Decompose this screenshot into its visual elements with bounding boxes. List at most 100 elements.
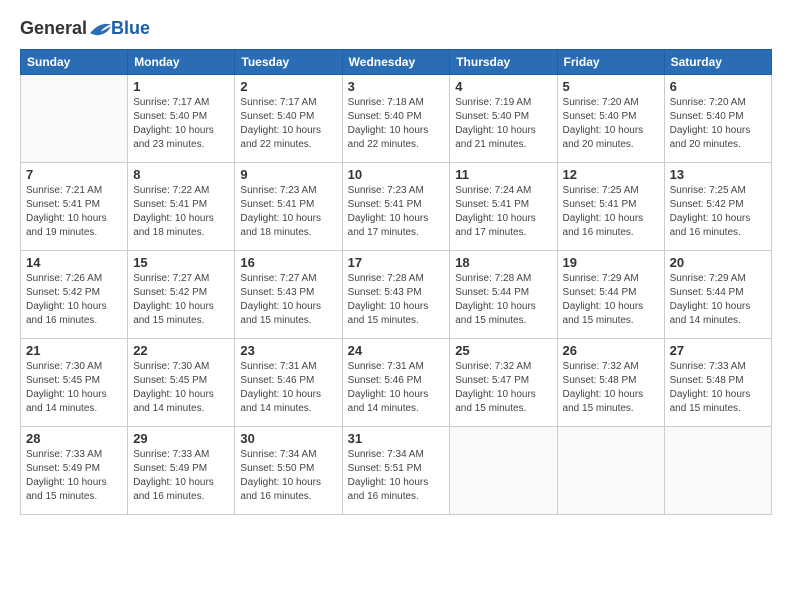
calendar: SundayMondayTuesdayWednesdayThursdayFrid… xyxy=(20,49,772,515)
day-info: Sunrise: 7:28 AMSunset: 5:43 PMDaylight:… xyxy=(348,272,445,328)
day-info: Sunrise: 7:33 AMSunset: 5:48 PMDaylight:… xyxy=(670,360,766,416)
day-info: Sunrise: 7:25 AMSunset: 5:41 PMDaylight:… xyxy=(563,184,659,240)
weekday-thursday: Thursday xyxy=(450,50,557,75)
day-cell: 13Sunrise: 7:25 AMSunset: 5:42 PMDayligh… xyxy=(664,163,771,251)
day-number: 7 xyxy=(26,167,122,182)
day-number: 6 xyxy=(670,79,766,94)
day-info: Sunrise: 7:30 AMSunset: 5:45 PMDaylight:… xyxy=(133,360,229,416)
day-cell: 22 Sunrise: 7:30 AMSunset: 5:45 PMDayligh… xyxy=(128,339,235,427)
day-cell: 24Sunrise: 7:31 AMSunset: 5:46 PMDayligh… xyxy=(342,339,450,427)
day-number: 12 xyxy=(563,167,659,182)
day-number: 19 xyxy=(563,255,659,270)
day-number: 17 xyxy=(348,255,445,270)
day-cell: 21 Sunrise: 7:30 AMSunset: 5:45 PMDayligh… xyxy=(21,339,128,427)
day-cell: 27Sunrise: 7:33 AMSunset: 5:48 PMDayligh… xyxy=(664,339,771,427)
day-cell: 14 Sunrise: 7:26 AMSunset: 5:42 PMDayligh… xyxy=(21,251,128,339)
day-cell: 23 Sunrise: 7:31 AMSunset: 5:46 PMDayligh… xyxy=(235,339,342,427)
day-info: Sunrise: 7:33 AMSunset: 5:49 PMDaylight:… xyxy=(26,448,122,504)
weekday-header-row: SundayMondayTuesdayWednesdayThursdayFrid… xyxy=(21,50,772,75)
day-info: Sunrise: 7:29 AMSunset: 5:44 PMDaylight:… xyxy=(670,272,766,328)
day-info: Sunrise: 7:31 AMSunset: 5:46 PMDaylight:… xyxy=(348,360,445,416)
logo-bird-icon xyxy=(89,20,111,38)
logo-text: General Blue xyxy=(20,18,150,39)
day-cell: 30 Sunrise: 7:34 AMSunset: 5:50 PMDayligh… xyxy=(235,427,342,515)
day-info: Sunrise: 7:25 AMSunset: 5:42 PMDaylight:… xyxy=(670,184,766,240)
day-number: 30 xyxy=(240,431,336,446)
weekday-friday: Friday xyxy=(557,50,664,75)
day-info: Sunrise: 7:23 AMSunset: 5:41 PMDaylight:… xyxy=(240,184,336,240)
day-number: 22 xyxy=(133,343,229,358)
day-cell: 9 Sunrise: 7:23 AMSunset: 5:41 PMDaylight… xyxy=(235,163,342,251)
day-info: Sunrise: 7:32 AMSunset: 5:47 PMDaylight:… xyxy=(455,360,551,416)
logo-general: General xyxy=(20,18,87,39)
week-row-2: 14 Sunrise: 7:26 AMSunset: 5:42 PMDayligh… xyxy=(21,251,772,339)
day-info: Sunrise: 7:30 AMSunset: 5:45 PMDaylight:… xyxy=(26,360,122,416)
day-info: Sunrise: 7:31 AMSunset: 5:46 PMDaylight:… xyxy=(240,360,336,416)
day-info: Sunrise: 7:32 AMSunset: 5:48 PMDaylight:… xyxy=(563,360,659,416)
day-cell: 26 Sunrise: 7:32 AMSunset: 5:48 PMDayligh… xyxy=(557,339,664,427)
day-info: Sunrise: 7:17 AMSunset: 5:40 PMDaylight:… xyxy=(240,96,336,152)
day-cell: 19Sunrise: 7:29 AMSunset: 5:44 PMDayligh… xyxy=(557,251,664,339)
day-cell: 3 Sunrise: 7:18 AMSunset: 5:40 PMDaylight… xyxy=(342,75,450,163)
day-cell: 28 Sunrise: 7:33 AMSunset: 5:49 PMDayligh… xyxy=(21,427,128,515)
day-info: Sunrise: 7:22 AMSunset: 5:41 PMDaylight:… xyxy=(133,184,229,240)
day-cell: 29Sunrise: 7:33 AMSunset: 5:49 PMDayligh… xyxy=(128,427,235,515)
day-info: Sunrise: 7:20 AMSunset: 5:40 PMDaylight:… xyxy=(563,96,659,152)
week-row-4: 28 Sunrise: 7:33 AMSunset: 5:49 PMDayligh… xyxy=(21,427,772,515)
day-number: 2 xyxy=(240,79,336,94)
day-cell: 12 Sunrise: 7:25 AMSunset: 5:41 PMDayligh… xyxy=(557,163,664,251)
day-number: 15 xyxy=(133,255,229,270)
day-cell: 7 Sunrise: 7:21 AMSunset: 5:41 PMDaylight… xyxy=(21,163,128,251)
day-cell xyxy=(664,427,771,515)
logo-blue: Blue xyxy=(111,18,150,39)
day-info: Sunrise: 7:21 AMSunset: 5:41 PMDaylight:… xyxy=(26,184,122,240)
weekday-wednesday: Wednesday xyxy=(342,50,450,75)
day-number: 8 xyxy=(133,167,229,182)
day-info: Sunrise: 7:18 AMSunset: 5:40 PMDaylight:… xyxy=(348,96,445,152)
day-number: 18 xyxy=(455,255,551,270)
day-cell: 17 Sunrise: 7:28 AMSunset: 5:43 PMDayligh… xyxy=(342,251,450,339)
day-info: Sunrise: 7:23 AMSunset: 5:41 PMDaylight:… xyxy=(348,184,445,240)
day-cell: 5Sunrise: 7:20 AMSunset: 5:40 PMDaylight… xyxy=(557,75,664,163)
weekday-tuesday: Tuesday xyxy=(235,50,342,75)
day-info: Sunrise: 7:17 AMSunset: 5:40 PMDaylight:… xyxy=(133,96,229,152)
day-cell: 18 Sunrise: 7:28 AMSunset: 5:44 PMDayligh… xyxy=(450,251,557,339)
week-row-1: 7 Sunrise: 7:21 AMSunset: 5:41 PMDaylight… xyxy=(21,163,772,251)
day-number: 26 xyxy=(563,343,659,358)
weekday-saturday: Saturday xyxy=(664,50,771,75)
day-info: Sunrise: 7:27 AMSunset: 5:42 PMDaylight:… xyxy=(133,272,229,328)
day-number: 9 xyxy=(240,167,336,182)
day-info: Sunrise: 7:27 AMSunset: 5:43 PMDaylight:… xyxy=(240,272,336,328)
day-number: 20 xyxy=(670,255,766,270)
day-cell: 25Sunrise: 7:32 AMSunset: 5:47 PMDayligh… xyxy=(450,339,557,427)
day-number: 28 xyxy=(26,431,122,446)
day-number: 21 xyxy=(26,343,122,358)
day-cell: 4 Sunrise: 7:19 AMSunset: 5:40 PMDaylight… xyxy=(450,75,557,163)
day-cell: 31Sunrise: 7:34 AMSunset: 5:51 PMDayligh… xyxy=(342,427,450,515)
day-number: 14 xyxy=(26,255,122,270)
day-number: 3 xyxy=(348,79,445,94)
day-info: Sunrise: 7:24 AMSunset: 5:41 PMDaylight:… xyxy=(455,184,551,240)
day-cell: 10 Sunrise: 7:23 AMSunset: 5:41 PMDayligh… xyxy=(342,163,450,251)
day-cell: 1 Sunrise: 7:17 AMSunset: 5:40 PMDaylight… xyxy=(128,75,235,163)
day-number: 31 xyxy=(348,431,445,446)
day-cell: 16Sunrise: 7:27 AMSunset: 5:43 PMDayligh… xyxy=(235,251,342,339)
day-number: 1 xyxy=(133,79,229,94)
weekday-sunday: Sunday xyxy=(21,50,128,75)
header: General Blue xyxy=(20,18,772,39)
day-number: 10 xyxy=(348,167,445,182)
day-number: 11 xyxy=(455,167,551,182)
day-cell: 11 Sunrise: 7:24 AMSunset: 5:41 PMDayligh… xyxy=(450,163,557,251)
day-info: Sunrise: 7:34 AMSunset: 5:50 PMDaylight:… xyxy=(240,448,336,504)
day-cell: 2 Sunrise: 7:17 AMSunset: 5:40 PMDaylight… xyxy=(235,75,342,163)
day-info: Sunrise: 7:19 AMSunset: 5:40 PMDaylight:… xyxy=(455,96,551,152)
day-info: Sunrise: 7:26 AMSunset: 5:42 PMDaylight:… xyxy=(26,272,122,328)
day-cell: 20 Sunrise: 7:29 AMSunset: 5:44 PMDayligh… xyxy=(664,251,771,339)
day-number: 29 xyxy=(133,431,229,446)
week-row-3: 21 Sunrise: 7:30 AMSunset: 5:45 PMDayligh… xyxy=(21,339,772,427)
day-number: 23 xyxy=(240,343,336,358)
day-cell: 15 Sunrise: 7:27 AMSunset: 5:42 PMDayligh… xyxy=(128,251,235,339)
day-cell xyxy=(450,427,557,515)
day-info: Sunrise: 7:28 AMSunset: 5:44 PMDaylight:… xyxy=(455,272,551,328)
day-number: 4 xyxy=(455,79,551,94)
